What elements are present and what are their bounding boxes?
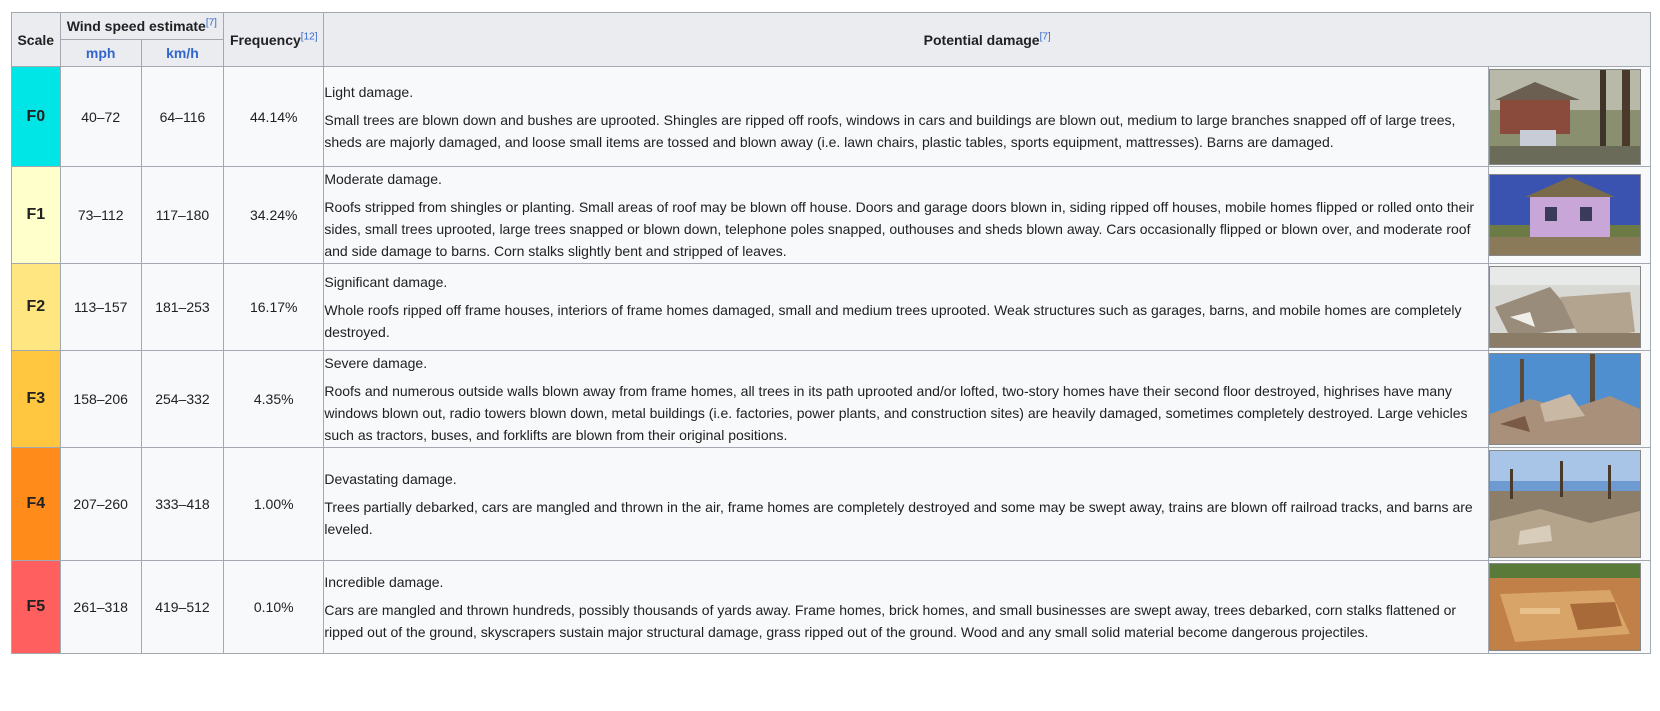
damage-description: Roofs and numerous outside walls blown a… [324,383,1468,443]
image-cell [1488,447,1651,561]
damage-cell: Moderate damage. Roofs stripped from shi… [323,166,1490,264]
fujita-scale-table: Scale Wind speed estimate[7] Frequency[1… [11,12,1651,654]
kmh-cell: 64–116 [140,66,225,167]
kmh-cell: 333–418 [140,447,225,561]
potential-damage-ref-link[interactable]: [7] [1040,31,1051,42]
frequency-header: Frequency[12] [223,12,325,67]
frequency-cell: 34.24% [223,166,325,264]
debris-photo[interactable] [1489,353,1642,445]
damage-description: Whole roofs ripped off frame houses, int… [324,302,1462,340]
frequency-cell: 4.35% [223,350,325,448]
damage-cell: Light damage. Small trees are blown down… [323,66,1490,167]
scale-cell: F4 [11,447,61,561]
frequency-ref-link[interactable]: [12] [301,31,318,42]
mph-cell: 73–112 [59,166,142,264]
frequency-cell: 16.17% [223,263,325,351]
damage-level: Devastating damage. [324,471,457,487]
damage-cell: Devastating damage. Trees partially deba… [323,447,1490,561]
damage-cell: Significant damage. Whole roofs ripped o… [323,263,1490,351]
image-cell [1488,263,1651,351]
scale-cell: F0 [11,66,61,167]
frequency-cell: 44.14% [223,66,325,167]
damage-description: Cars are mangled and thrown hundreds, po… [324,602,1457,640]
table-row-f0: F0 40–72 64–116 44.14% Light damage. Sma… [11,66,1651,167]
debris-field-photo[interactable] [1489,450,1642,558]
kmh-cell: 254–332 [140,350,225,448]
mph-cell: 261–318 [59,560,142,654]
mph-header-link[interactable]: mph [59,39,142,67]
table-row-f5: F5 261–318 419–512 0.10% Incredible dama… [11,560,1651,654]
image-cell [1488,560,1651,654]
scale-cell: F2 [11,263,61,351]
damage-level: Incredible damage. [324,574,444,590]
foundation-photo[interactable] [1489,563,1642,651]
mph-cell: 158–206 [59,350,142,448]
table-row-f1: F1 73–112 117–180 34.24% Moderate damage… [11,166,1651,264]
scale-cell: F5 [11,560,61,654]
damage-description: Small trees are blown down and bushes ar… [324,111,1456,150]
wind-speed-ref-link[interactable]: [7] [206,17,217,28]
debris-photo[interactable] [1489,266,1642,348]
table-row-f4: F4 207–260 333–418 1.00% Devastating dam… [11,447,1651,561]
damage-level: Moderate damage. [324,171,442,187]
scale-cell: F3 [11,350,61,448]
damage-level: Severe damage. [324,355,428,371]
mph-cell: 113–157 [59,263,142,351]
mph-cell: 40–72 [59,66,142,167]
kmh-cell: 117–180 [140,166,225,264]
image-cell [1488,350,1651,448]
damage-cell: Incredible damage. Cars are mangled and … [323,560,1490,654]
damage-description: Roofs stripped from shingles or planting… [324,199,1475,259]
damaged-house-photo[interactable] [1489,68,1642,165]
mph-cell: 207–260 [59,447,142,561]
damage-description: Trees partially debarked, cars are mangl… [324,499,1473,537]
damage-cell: Severe damage. Roofs and numerous outsid… [323,350,1490,448]
scale-cell: F1 [11,166,61,264]
damage-level: Light damage. [324,83,414,100]
kmh-cell: 181–253 [140,263,225,351]
kmh-header-link[interactable]: km/h [140,39,225,67]
image-cell [1488,166,1651,264]
frequency-cell: 0.10% [223,560,325,654]
kmh-cell: 419–512 [140,560,225,654]
image-cell [1488,66,1651,167]
damaged-house-photo[interactable] [1489,174,1642,256]
scale-header: Scale [11,12,61,67]
table-row-f3: F3 158–206 254–332 4.35% Severe damage. … [11,350,1651,448]
wind-speed-header: Wind speed estimate[7] [59,12,225,40]
damage-level: Significant damage. [324,274,448,290]
frequency-cell: 1.00% [223,447,325,561]
potential-damage-header: Potential damage[7] [323,12,1651,67]
table-row-f2: F2 113–157 181–253 16.17% Significant da… [11,263,1651,351]
